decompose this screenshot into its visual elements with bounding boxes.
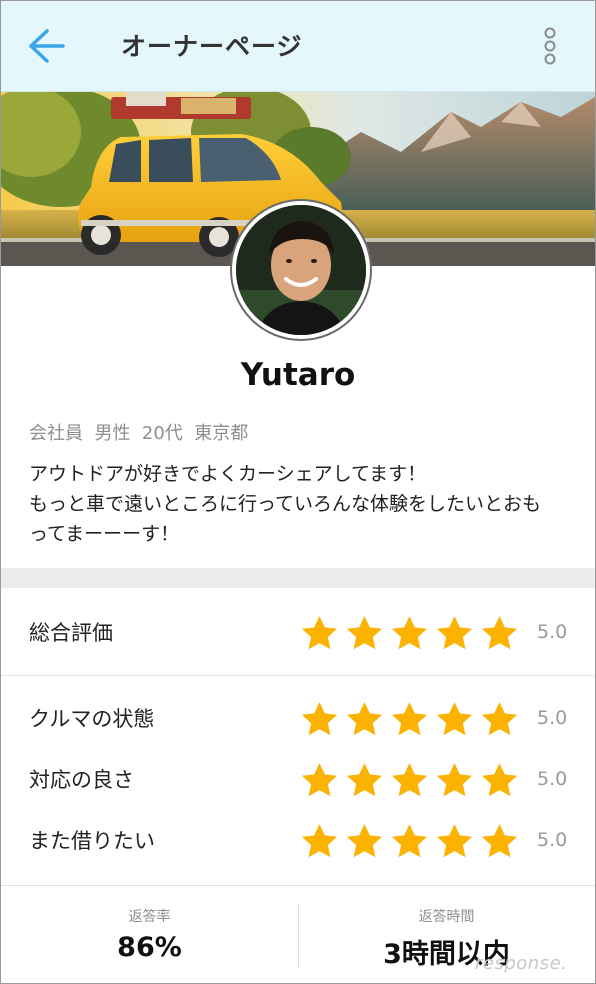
- stat-label: 返答率: [128, 909, 171, 925]
- owner-meta: 会社員 男性 20代 東京都: [29, 423, 249, 444]
- top-app-bar: オーナーページ: [1, 1, 595, 92]
- owner-bio: アウトドアが好きでよくカーシェアしてます！ もっと車で遠いところに行っていろんな…: [29, 459, 574, 549]
- rating-score: 5.0: [537, 768, 568, 790]
- star-icon: [301, 763, 338, 797]
- star-rating: [299, 613, 520, 653]
- avatar: [232, 201, 370, 339]
- back-button[interactable]: [25, 27, 69, 65]
- rating-row-condition: クルマの状態 5.0: [1, 687, 595, 747]
- star-icon: [391, 702, 428, 736]
- star-icon: [301, 616, 338, 650]
- page-title: オーナーページ: [121, 32, 303, 61]
- star-icon: [481, 616, 518, 650]
- star-rating: [299, 699, 520, 739]
- owner-name: Yutaro: [240, 357, 356, 393]
- more-menu-button[interactable]: [535, 25, 565, 67]
- rating-label: 対応の良さ: [29, 768, 134, 792]
- bio-line: ってまーーーす！: [29, 523, 180, 545]
- rating-label: 総合評価: [29, 621, 113, 645]
- stat-response-rate: 返答率 86%: [1, 888, 298, 983]
- star-icon: [436, 702, 473, 736]
- rating-label: クルマの状態: [29, 707, 155, 731]
- star-icon: [301, 702, 338, 736]
- star-icon: [301, 824, 338, 858]
- star-icon: [481, 702, 518, 736]
- stat-value: 86%: [117, 932, 182, 963]
- star-icon: [346, 616, 383, 650]
- watermark: response.: [475, 953, 568, 974]
- star-icon: [481, 763, 518, 797]
- rating-row-rent-again: また借りたい 5.0: [1, 809, 595, 869]
- divider: [1, 675, 595, 676]
- star-icon: [436, 824, 473, 858]
- star-icon: [346, 824, 383, 858]
- rating-score: 5.0: [537, 621, 568, 643]
- star-icon: [481, 824, 518, 858]
- star-rating: [299, 821, 520, 861]
- rating-score: 5.0: [537, 829, 568, 851]
- star-icon: [391, 824, 428, 858]
- star-rating: [299, 760, 520, 800]
- bio-line: アウトドアが好きでよくカーシェアしてます！: [29, 463, 427, 485]
- rating-row-response: 対応の良さ 5.0: [1, 748, 595, 808]
- star-icon: [391, 763, 428, 797]
- more-vertical-icon: [544, 27, 556, 65]
- stat-label: 返答時間: [418, 909, 475, 925]
- star-icon: [391, 616, 428, 650]
- star-icon: [346, 702, 383, 736]
- star-icon: [346, 763, 383, 797]
- star-icon: [436, 616, 473, 650]
- bio-line: もっと車で遠いところに行っていろんな体験をしたいとおも: [29, 493, 542, 515]
- arrow-left-icon: [29, 29, 65, 63]
- app-frame: オーナーページ Yutaro 会社員 男性 20代 東京都 アウトドアが好きでよ…: [0, 0, 596, 984]
- divider: [1, 885, 595, 886]
- section-gap: [1, 568, 595, 588]
- star-icon: [436, 763, 473, 797]
- rating-label: また借りたい: [29, 829, 155, 853]
- rating-row-overall: 総合評価 5.0: [1, 601, 595, 661]
- rating-score: 5.0: [537, 707, 568, 729]
